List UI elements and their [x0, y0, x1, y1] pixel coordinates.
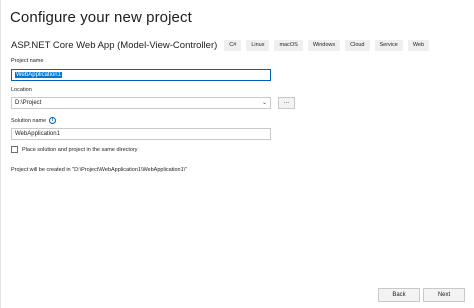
tag: Linux [246, 39, 270, 51]
location-combobox[interactable]: D:\Project ⌄ [11, 97, 271, 109]
tag: C# [224, 39, 242, 51]
project-name-value: WebApplication1 [15, 72, 62, 78]
tag: Service [374, 39, 403, 51]
tag: Windows [307, 39, 341, 51]
same-directory-option[interactable]: Place solution and project in the same d… [11, 146, 138, 153]
solution-name-input[interactable]: WebApplication1 [11, 128, 271, 140]
browse-button[interactable]: ... [278, 97, 295, 109]
template-tags: C# Linux macOS Windows Cloud Service Web [224, 39, 430, 51]
template-name: ASP.NET Core Web App (Model-View-Control… [11, 39, 218, 51]
solution-name-label: Solution name [11, 118, 47, 124]
template-row: ASP.NET Core Web App (Model-View-Control… [11, 38, 430, 52]
tag: macOS [274, 39, 303, 51]
chevron-down-icon[interactable]: ⌄ [262, 98, 267, 108]
location-label: Location [11, 87, 32, 93]
project-name-label: Project name [11, 58, 44, 64]
project-path-info: Project will be created in "D:\Project\W… [11, 167, 188, 173]
page-title: Configure your new project [10, 9, 192, 26]
tag: Cloud [345, 39, 370, 51]
solution-name-value: WebApplication1 [15, 131, 60, 137]
next-button[interactable]: Next [423, 288, 465, 302]
same-directory-checkbox[interactable] [11, 146, 18, 153]
info-icon[interactable]: i [49, 117, 56, 124]
dialog-window: Configure your new project ASP.NET Core … [0, 0, 474, 308]
project-name-input[interactable]: WebApplication1 [11, 69, 271, 81]
back-button[interactable]: Back [378, 288, 420, 302]
same-directory-label: Place solution and project in the same d… [22, 146, 138, 153]
location-value: D:\Project [15, 100, 42, 106]
tag: Web [407, 39, 430, 51]
